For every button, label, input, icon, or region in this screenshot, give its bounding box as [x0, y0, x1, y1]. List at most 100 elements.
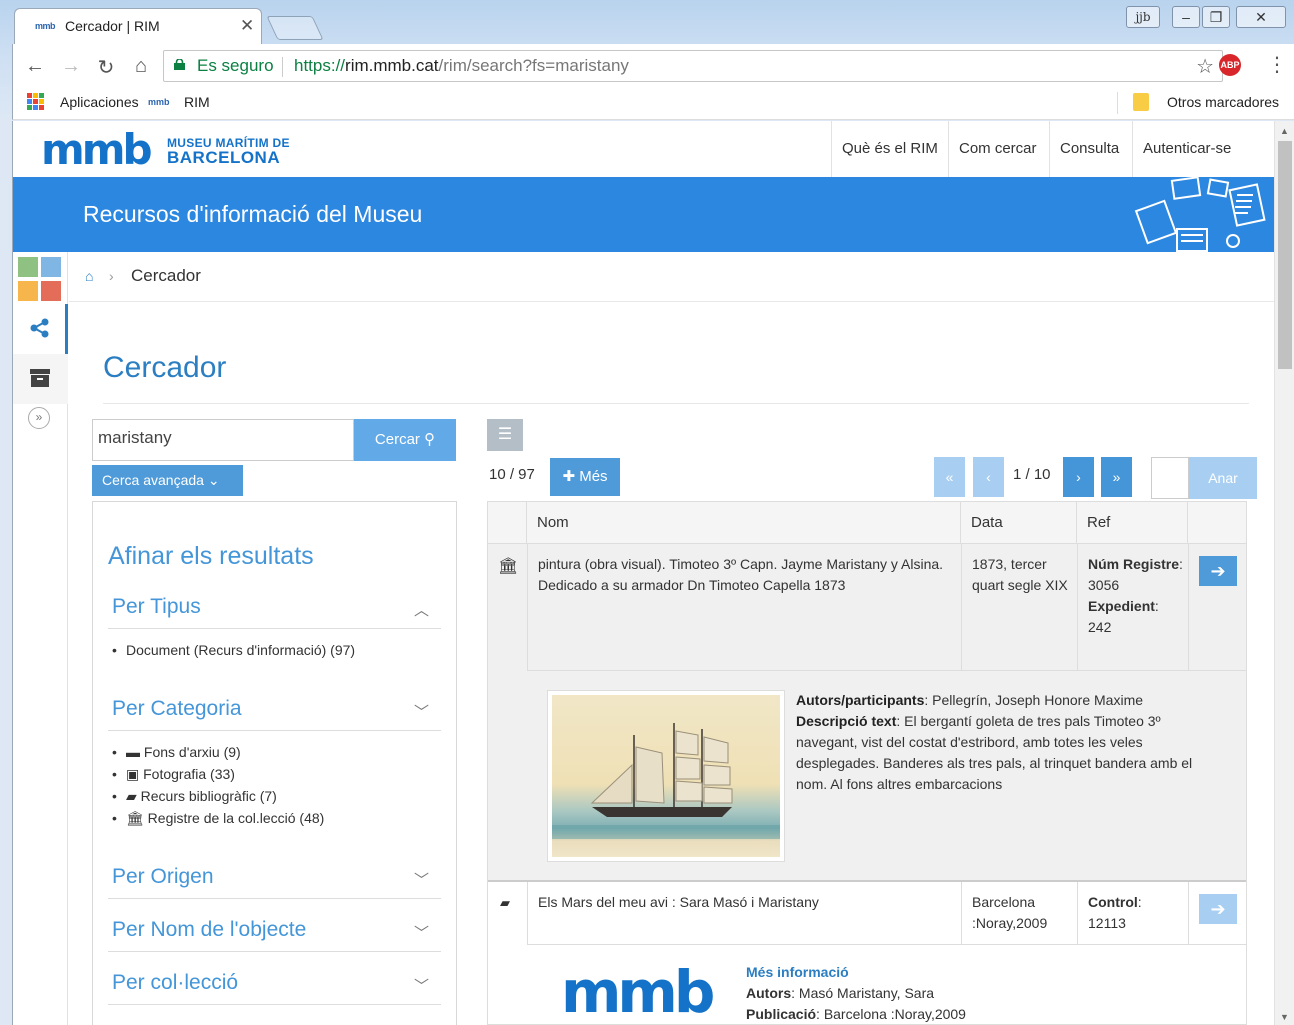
column-header-ref: Ref: [1077, 502, 1188, 544]
close-tab-icon[interactable]: ✕: [240, 16, 254, 36]
first-page-icon[interactable]: «: [934, 457, 965, 497]
cell-divider: [527, 882, 528, 944]
nav-que-es-rim[interactable]: Què és el RIM: [831, 121, 948, 177]
row-divider: [527, 670, 1246, 671]
facet-per-nom-objecte[interactable]: Per Nom de l'objecte ﹀: [108, 910, 441, 952]
adblock-icon[interactable]: ABP: [1219, 54, 1241, 76]
new-tab-button[interactable]: [266, 16, 324, 40]
facet-item[interactable]: ▣ Fotografia (33): [112, 766, 235, 783]
result-name[interactable]: Els Mars del meu avi : Sara Masó i Maris…: [538, 892, 948, 913]
book-icon: ▰: [500, 895, 510, 910]
nav-consulta[interactable]: Consulta: [1049, 121, 1129, 177]
chevron-down-icon[interactable]: ﹀: [414, 975, 429, 996]
bookmark-rim[interactable]: RIM: [184, 94, 210, 110]
profile-badge[interactable]: jjb: [1126, 6, 1160, 28]
other-bookmarks[interactable]: Otros marcadores: [1167, 94, 1279, 110]
facet-per-categoria[interactable]: Per Categoria ﹀: [108, 689, 441, 731]
result-name[interactable]: pintura (obra visual). Timoteo 3º Capn. …: [538, 554, 948, 596]
page-number-input[interactable]: [1151, 457, 1189, 499]
ref-label: Expedient: [1088, 598, 1155, 614]
facet-per-colleccio[interactable]: Per col·lecció ﹀: [108, 963, 441, 1005]
chevron-down-icon[interactable]: ﹀: [414, 922, 429, 943]
result-description: Autors/participants: Pellegrín, Joseph H…: [796, 692, 1193, 792]
restore-icon[interactable]: ❐: [1202, 6, 1230, 28]
results-table: Nom Data Ref 🏛 pintura (obra visual). Ti…: [487, 501, 1247, 1025]
advanced-search-button[interactable]: Cerca avançada ⌄: [92, 465, 243, 496]
facets-title: Afinar els resultats: [108, 542, 314, 570]
cell-divider: [1188, 882, 1189, 944]
prev-page-icon[interactable]: ‹: [973, 457, 1004, 497]
page-scrollbar[interactable]: ▲ ▼: [1274, 121, 1294, 1025]
home-icon[interactable]: ⌂: [129, 55, 153, 78]
bookmark-divider: [1117, 92, 1118, 114]
go-button[interactable]: Anar: [1189, 457, 1257, 499]
facet-label: Per Nom de l'objecte: [112, 918, 307, 941]
browser-tab-active[interactable]: mmb Cercador | RIM ✕: [14, 8, 262, 44]
chevron-down-icon[interactable]: ﹀: [414, 869, 429, 890]
minimize-icon[interactable]: –: [1172, 6, 1200, 28]
next-page-icon[interactable]: ›: [1063, 457, 1094, 497]
facets-panel: Afinar els resultats Per Tipus ︿ Document…: [92, 501, 457, 1025]
url-path: /rim/search?fs=maristany: [438, 56, 629, 75]
reload-icon[interactable]: ↻: [94, 55, 118, 80]
authors-label: Autors/participants: [796, 692, 925, 708]
address-bar[interactable]: Es seguro https://rim.mmb.cat/rim/search…: [163, 50, 1223, 82]
ref-label: Control: [1088, 894, 1138, 910]
cell-divider: [1077, 544, 1078, 670]
chevron-down-icon[interactable]: ﹀: [414, 701, 429, 722]
close-window-icon[interactable]: ✕: [1236, 6, 1286, 28]
facet-item[interactable]: 🏛 Registre de la col.lecció (48): [112, 810, 324, 827]
back-icon[interactable]: ←: [23, 55, 47, 78]
apps-grid-icon[interactable]: [27, 93, 44, 110]
facet-item[interactable]: ▬ Fons d'arxiu (9): [112, 744, 241, 760]
url-scheme: https://: [294, 56, 346, 75]
open-record-button[interactable]: ➔: [1199, 894, 1237, 924]
cell-divider: [1188, 544, 1189, 670]
search-button[interactable]: Cercar ⚲: [354, 419, 456, 461]
description-label: Descripció text: [796, 713, 897, 729]
archive-tab[interactable]: [13, 354, 68, 404]
nav-autenticar[interactable]: Autenticar-se: [1132, 121, 1241, 177]
archive-icon: ▬: [126, 744, 144, 760]
facet-item[interactable]: ▰ Recurs bibliogràfic (7): [112, 788, 277, 805]
cell-divider: [961, 544, 962, 670]
home-icon[interactable]: ⌂: [85, 268, 93, 284]
bookmark-apps[interactable]: Aplicaciones: [60, 94, 139, 110]
open-record-button[interactable]: ➔: [1199, 556, 1237, 586]
omnibox-separator: [282, 57, 283, 77]
more-button[interactable]: ✚ Més: [550, 458, 620, 496]
column-header-data: Data: [961, 502, 1077, 544]
bookmark-star-icon[interactable]: ☆: [1196, 54, 1214, 79]
table-header-action-col: [1188, 502, 1246, 544]
more-info-link[interactable]: Més informació: [746, 964, 849, 980]
nav-com-cercar[interactable]: Com cercar: [948, 121, 1047, 177]
share-tab[interactable]: [13, 304, 68, 354]
site-logo[interactable]: mmb: [41, 125, 153, 174]
search-icon: ⚲: [424, 431, 436, 448]
result-ref: Núm Registre: 3056 Expedient: 242: [1088, 556, 1183, 635]
chevron-up-icon[interactable]: ︿: [414, 599, 429, 620]
url-text[interactable]: https://rim.mmb.cat/rim/search?fs=marist…: [294, 56, 629, 76]
menu-kebab-icon[interactable]: ⋮: [1267, 52, 1287, 77]
facet-per-origen[interactable]: Per Origen ﹀: [108, 857, 441, 899]
list-view-icon[interactable]: ☰: [487, 419, 523, 451]
facet-item[interactable]: Document (Recurs d'informació) (97): [112, 642, 355, 658]
ship-painting-image: [552, 695, 780, 857]
lock-icon: [174, 59, 185, 70]
facet-per-tipus[interactable]: Per Tipus ︿: [108, 587, 441, 629]
scroll-up-icon[interactable]: ▲: [1280, 126, 1289, 136]
scroll-down-icon[interactable]: ▼: [1280, 1012, 1289, 1022]
folder-icon: [1133, 93, 1149, 111]
cell-divider: [1077, 882, 1078, 944]
ref-label: Núm Registre: [1088, 556, 1180, 572]
forward-icon[interactable]: →: [59, 55, 83, 78]
facet-label: Per Tipus: [112, 595, 201, 618]
result-thumbnail[interactable]: [547, 690, 785, 862]
apps-grid-icon[interactable]: [18, 257, 62, 301]
last-page-icon[interactable]: »: [1101, 457, 1132, 497]
search-input[interactable]: maristany: [92, 419, 354, 461]
scrollbar-thumb[interactable]: [1278, 141, 1292, 369]
hero-banner: Recursos d'informació del Museu: [13, 177, 1274, 252]
book-icon: ▰: [126, 788, 141, 804]
expand-sidebar-icon[interactable]: »: [28, 407, 50, 429]
